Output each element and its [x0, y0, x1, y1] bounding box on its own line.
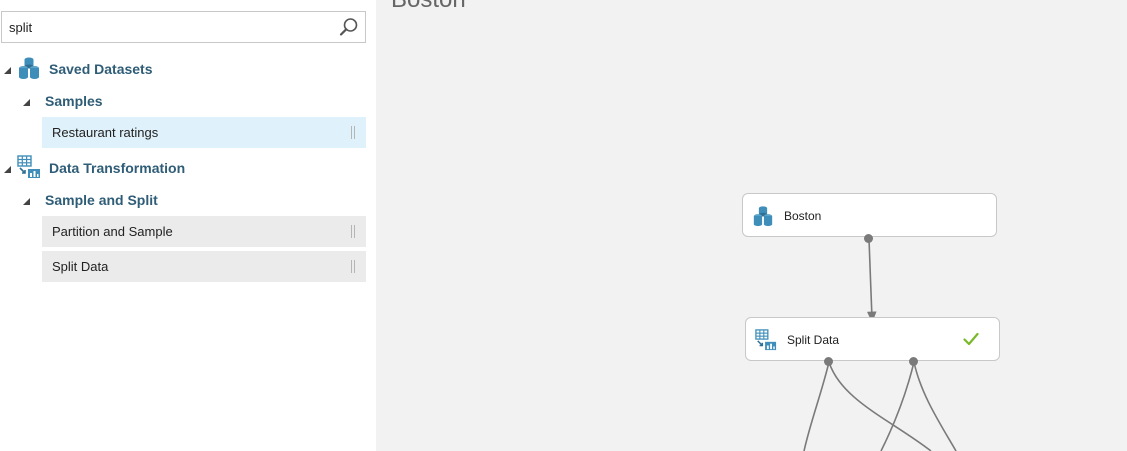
data-transformation-icon	[755, 329, 777, 351]
module-node-split-data[interactable]: Split Data	[745, 317, 1000, 361]
output-port-2[interactable]	[909, 357, 918, 366]
module-item-partition-and-sample[interactable]: Partition and Sample	[42, 216, 366, 247]
search-icon[interactable]	[339, 17, 359, 37]
category-saved-datasets[interactable]: Saved Datasets	[0, 56, 366, 82]
connection-boston-to-split-data[interactable]	[866, 238, 877, 323]
module-item-label: Split Data	[52, 259, 109, 274]
collapse-triangle-icon[interactable]	[4, 67, 11, 74]
drag-handle-icon[interactable]	[351, 260, 356, 273]
dataset-icon	[17, 56, 41, 80]
module-item-label: Partition and Sample	[52, 224, 173, 239]
group-sample-and-split[interactable]: Sample and Split	[0, 190, 366, 212]
module-item-split-data[interactable]: Split Data	[42, 251, 366, 282]
data-transformation-icon	[17, 155, 41, 179]
connection-split-output-1-b[interactable]	[828, 361, 932, 451]
checkmark-icon	[963, 331, 979, 347]
search-input[interactable]	[2, 12, 339, 42]
category-label: Saved Datasets	[49, 61, 153, 77]
group-label: Samples	[45, 93, 103, 109]
output-port[interactable]	[864, 234, 873, 243]
output-port-1[interactable]	[824, 357, 833, 366]
experiment-canvas[interactable]: Boston Boston	[376, 0, 1127, 451]
module-palette: Saved Datasets Samples Restaurant rating…	[0, 0, 376, 451]
module-node-label: Split Data	[787, 333, 840, 347]
module-item-label: Restaurant ratings	[52, 125, 159, 140]
collapse-triangle-icon[interactable]	[23, 198, 30, 205]
category-data-transformation[interactable]: Data Transformation	[0, 155, 366, 181]
module-node-boston[interactable]: Boston	[742, 193, 997, 237]
dataset-icon	[752, 205, 774, 227]
module-node-label: Boston	[784, 209, 822, 223]
category-label: Data Transformation	[49, 160, 186, 176]
connection-split-output-1-a[interactable]	[803, 361, 830, 451]
drag-handle-icon[interactable]	[351, 225, 356, 238]
collapse-triangle-icon[interactable]	[4, 166, 11, 173]
connection-split-output-2-a[interactable]	[880, 361, 915, 451]
group-samples[interactable]: Samples	[0, 91, 366, 113]
group-label: Sample and Split	[45, 192, 158, 208]
search-box	[1, 11, 366, 43]
module-item-restaurant-ratings[interactable]: Restaurant ratings	[42, 117, 366, 148]
connection-split-output-2-b[interactable]	[913, 361, 957, 451]
collapse-triangle-icon[interactable]	[23, 99, 30, 106]
drag-handle-icon[interactable]	[351, 126, 356, 139]
